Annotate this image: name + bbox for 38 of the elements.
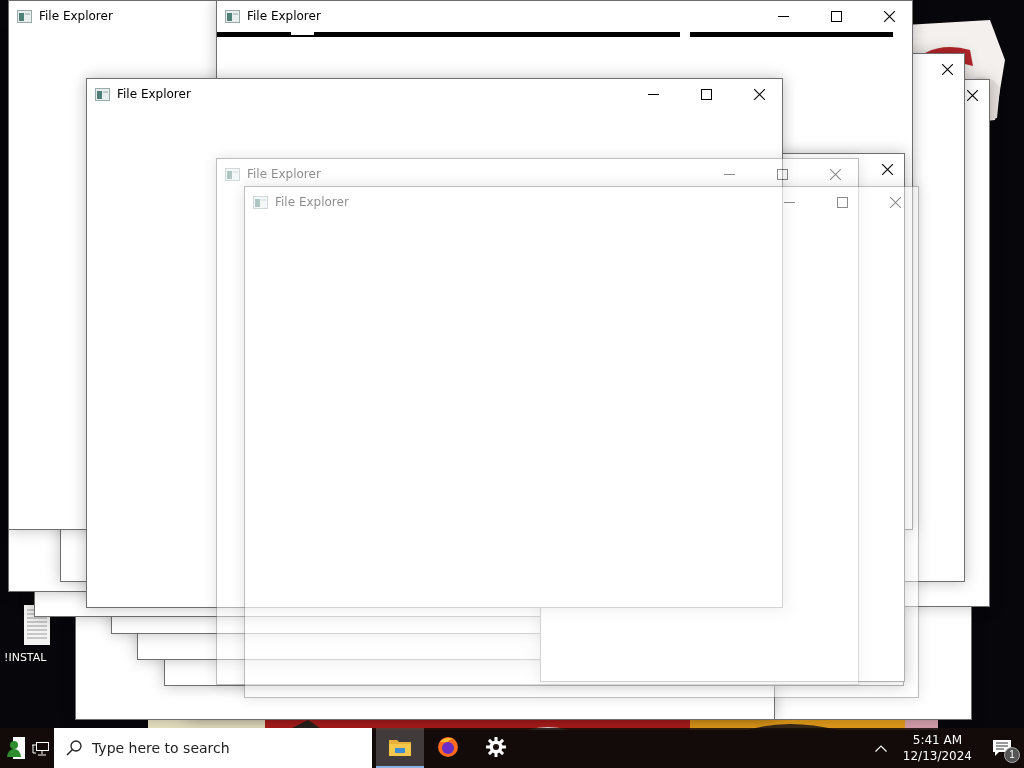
window-icon — [225, 9, 240, 23]
maximize-icon — [836, 196, 848, 208]
notification-button[interactable]: 1 — [980, 728, 1024, 768]
window-title: File Explorer — [247, 167, 321, 181]
person-icon[interactable] — [7, 737, 25, 759]
window-title: File Explorer — [39, 9, 113, 23]
close-icon — [966, 89, 978, 101]
window-icon — [17, 9, 32, 23]
gear-icon — [486, 737, 506, 757]
minimize-icon — [723, 173, 735, 175]
close-icon — [753, 88, 765, 100]
maximize-icon — [700, 88, 712, 100]
search-icon — [66, 740, 82, 756]
chevron-up-icon — [874, 744, 887, 752]
maximize-icon — [776, 168, 788, 180]
close-icon — [883, 10, 895, 22]
window-title: File Explorer — [247, 9, 321, 23]
taskbar-app-button[interactable] — [376, 728, 424, 768]
window-icon — [225, 167, 240, 181]
maximize-icon — [830, 10, 842, 22]
close-icon — [941, 63, 953, 75]
search-field[interactable]: Type here to search — [54, 728, 372, 768]
clock-button[interactable]: 5:41 AM 12/13/2024 — [894, 728, 980, 768]
icon-label: !INSTAL — [4, 651, 47, 664]
globe-icon — [437, 736, 459, 758]
window-title: File Explorer — [117, 87, 191, 101]
minimize-icon — [783, 201, 795, 203]
close-icon — [889, 196, 901, 208]
folder-icon — [389, 738, 411, 756]
window-title: File Explorer — [275, 195, 349, 209]
notification-count: 1 — [1004, 747, 1020, 763]
close-icon — [829, 168, 841, 180]
window-icon — [253, 195, 268, 209]
minimize-icon — [647, 93, 659, 95]
window-icon — [95, 87, 110, 101]
network-icon[interactable] — [31, 740, 49, 756]
minimize-icon — [777, 15, 789, 17]
close-icon — [881, 163, 893, 175]
